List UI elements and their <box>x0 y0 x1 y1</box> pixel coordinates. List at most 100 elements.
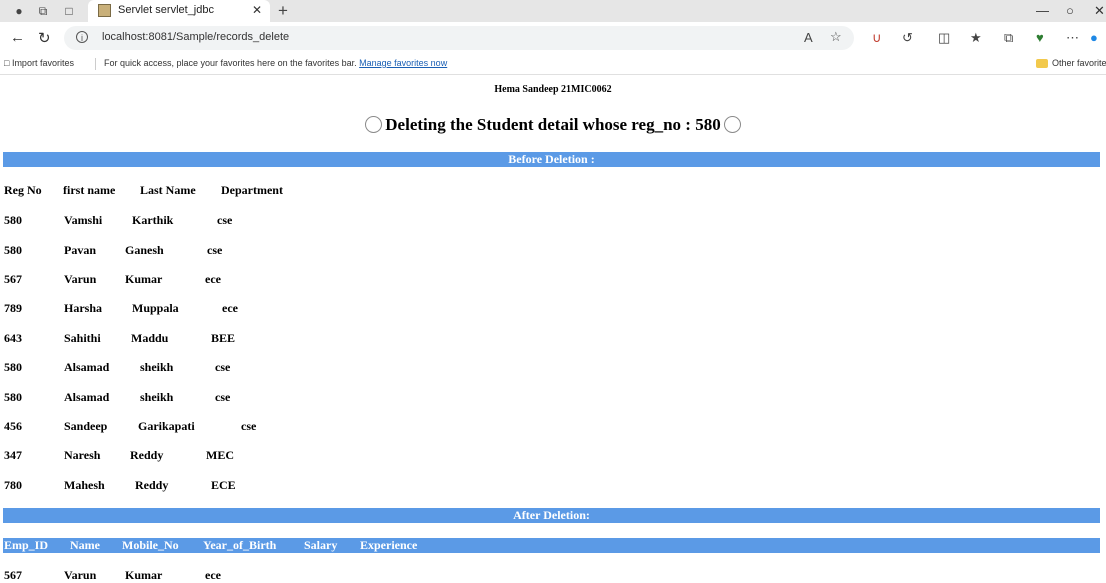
cell-first-name: Mahesh <box>64 478 105 492</box>
cell-first-name: Sandeep <box>64 419 108 433</box>
close-window-icon[interactable]: ✕ <box>1094 3 1105 19</box>
cell-department: cse <box>215 360 231 374</box>
new-tab-icon[interactable]: + <box>278 1 288 21</box>
cell-last-name: Reddy <box>135 478 169 492</box>
header-experience: Experience <box>360 538 418 552</box>
tab-favicon-icon <box>98 4 111 17</box>
cell-last-name: Ganesh <box>125 243 164 257</box>
cell-year-of-birth: ece <box>205 568 221 582</box>
after-deletion-banner: After Deletion: <box>3 508 1100 523</box>
header-first-name: first name <box>63 183 116 197</box>
tab-title: Servlet servlet_jdbc <box>118 4 214 16</box>
cell-department: ECE <box>211 478 236 492</box>
cell-department: ece <box>205 272 221 286</box>
header-year-of-birth: Year_of_Birth <box>203 538 277 552</box>
close-tab-icon[interactable]: ✕ <box>252 3 262 17</box>
browser-essentials-icon[interactable]: ♥ <box>1036 30 1044 45</box>
cell-department: cse <box>241 419 257 433</box>
cell-reg-no: 580 <box>4 213 22 227</box>
favorites-hint-text: For quick access, place your favorites h… <box>104 58 357 68</box>
cell-reg-no: 580 <box>4 360 22 374</box>
cell-department: cse <box>215 390 231 404</box>
more-menu-icon[interactable]: ⋯ <box>1066 30 1079 46</box>
radio-left-icon[interactable] <box>365 116 383 133</box>
cell-first-name: Alsamad <box>64 360 110 374</box>
favorites-divider <box>95 58 96 70</box>
cell-last-name: Garikapati <box>138 419 195 433</box>
cell-reg-no: 789 <box>4 301 22 315</box>
cell-reg-no: 643 <box>4 331 22 345</box>
url-text[interactable]: localhost:8081/Sample/records_delete <box>102 31 289 43</box>
cell-last-name: sheikh <box>140 390 174 404</box>
cell-reg-no: 580 <box>4 243 22 257</box>
cell-last-name: Karthik <box>132 213 174 227</box>
tab-strip: ● ⧉ □ Servlet servlet_jdbc ✕ + — ○ ✕ <box>0 0 1106 22</box>
read-aloud-icon[interactable]: A <box>804 30 813 45</box>
address-bar[interactable]: i localhost:8081/Sample/records_delete A… <box>64 26 854 50</box>
favorites-bar: □ Import favorites For quick access, pla… <box>0 54 1106 75</box>
cell-department: cse <box>207 243 223 257</box>
cell-last-name: sheikh <box>140 360 174 374</box>
after-table-header: Emp_ID Name Mobile_No Year_of_Birth Sala… <box>3 538 1100 553</box>
cell-reg-no: 580 <box>4 390 22 404</box>
cell-mobile-no: Kumar <box>125 568 163 582</box>
cell-department: MEC <box>206 448 234 462</box>
cell-first-name: Harsha <box>64 301 103 315</box>
active-tab[interactable]: Servlet servlet_jdbc ✕ <box>88 0 270 22</box>
other-favorites-button[interactable]: Other favorite <box>1052 58 1106 68</box>
import-favorites-label: Import favorites <box>11 58 74 68</box>
cell-first-name: Pavan <box>64 243 97 257</box>
profile-icon[interactable]: ● <box>12 4 26 18</box>
back-icon[interactable]: ← <box>10 29 25 46</box>
cell-emp-id: 567 <box>4 568 22 582</box>
cell-first-name: Alsamad <box>64 390 110 404</box>
cell-last-name: Maddu <box>131 331 169 345</box>
before-deletion-banner: Before Deletion : <box>3 152 1100 167</box>
cell-first-name: Vamshi <box>64 213 103 227</box>
favorite-star-icon[interactable]: ☆ <box>830 29 842 45</box>
header-emp-id: Emp_ID <box>4 538 49 552</box>
site-info-icon[interactable]: i <box>76 31 88 43</box>
restore-icon[interactable]: ○ <box>1066 3 1074 18</box>
favorites-hint: For quick access, place your favorites h… <box>104 58 447 68</box>
cell-last-name: Reddy <box>130 448 164 462</box>
manage-favorites-link[interactable]: Manage favorites now <box>359 58 447 68</box>
header-name: Name <box>70 538 100 552</box>
tab-actions-icon[interactable]: □ <box>62 4 76 18</box>
header-reg-no: Reg No <box>4 183 42 197</box>
cell-first-name: Varun <box>64 272 97 286</box>
split-screen-icon[interactable]: ◫ <box>938 30 950 46</box>
minimize-icon[interactable]: — <box>1036 3 1049 18</box>
address-toolbar: ← ↻ i localhost:8081/Sample/records_dele… <box>0 22 1106 54</box>
folder-icon <box>1036 59 1048 68</box>
extension-icon[interactable]: ∪ <box>872 30 882 46</box>
cell-reg-no: 347 <box>4 448 22 462</box>
copilot-icon[interactable]: ● <box>1090 30 1098 45</box>
cell-reg-no: 780 <box>4 478 22 492</box>
import-favorites-button[interactable]: □ Import favorites <box>4 58 74 68</box>
cell-department: cse <box>217 213 233 227</box>
header-department: Department <box>221 183 283 197</box>
cell-department: ece <box>222 301 238 315</box>
favorites-icon[interactable]: ★ <box>970 30 982 46</box>
cell-last-name: Muppala <box>132 301 179 315</box>
workspaces-icon[interactable]: ⧉ <box>36 4 50 18</box>
cell-name: Varun <box>64 568 97 582</box>
header-last-name: Last Name <box>140 183 196 197</box>
refresh-icon[interactable]: ↻ <box>38 29 51 47</box>
cell-department: BEE <box>211 331 236 345</box>
heading-text: Deleting the Student detail whose reg_no… <box>385 115 721 134</box>
cell-first-name: Naresh <box>64 448 101 462</box>
cell-reg-no: 567 <box>4 272 22 286</box>
cell-last-name: Kumar <box>125 272 163 286</box>
cell-reg-no: 456 <box>4 419 22 433</box>
cell-first-name: Sahithi <box>64 331 101 345</box>
collections-icon[interactable]: ⧉ <box>1004 30 1013 46</box>
header-mobile-no: Mobile_No <box>122 538 179 552</box>
radio-right-icon[interactable] <box>723 116 741 133</box>
page-content: Hema Sandeep 21MIC0062 Deleting the Stud… <box>0 75 1106 582</box>
header-salary: Salary <box>304 538 338 552</box>
page-heading: Deleting the Student detail whose reg_no… <box>0 115 1106 135</box>
sync-icon[interactable]: ↺ <box>902 30 913 46</box>
author-line: Hema Sandeep 21MIC0062 <box>494 84 612 95</box>
